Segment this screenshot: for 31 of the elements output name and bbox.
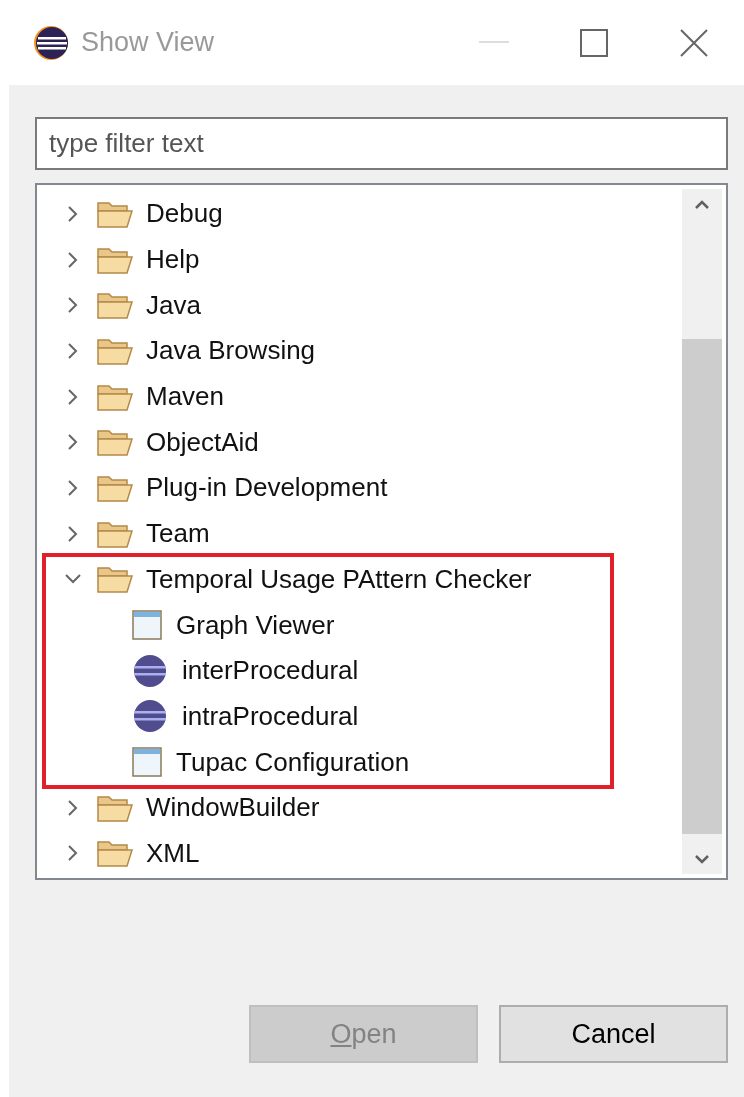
tree-item[interactable]: Java Browsing: [146, 335, 316, 367]
filter-field[interactable]: type filter text: [35, 117, 728, 170]
window-icon: [132, 747, 162, 778]
app-logo-icon: [33, 24, 69, 61]
tree-item[interactable]: Team: [146, 518, 210, 550]
tree-item[interactable]: XML: [146, 837, 200, 869]
window-title: Show View: [81, 27, 216, 58]
window-icon: [132, 610, 162, 641]
cancel-button[interactable]: Cancel: [499, 1005, 728, 1063]
close-icon: [679, 27, 709, 58]
folder-icon: [96, 427, 134, 458]
eclipse-icon: [132, 699, 168, 734]
tree-item[interactable]: Plug-in Development: [146, 472, 388, 504]
tree-item[interactable]: interProcedural: [182, 655, 359, 687]
tree-item[interactable]: intraProcedural: [182, 700, 359, 732]
tree-item[interactable]: Debug: [146, 198, 223, 230]
folder-icon: [96, 838, 134, 869]
folder-icon: [96, 564, 134, 595]
tree-item[interactable]: WindowBuilder: [146, 792, 320, 824]
eclipse-icon: [132, 653, 168, 688]
maximize-icon: [580, 28, 608, 57]
tree-item[interactable]: Help: [146, 244, 200, 276]
tree-item[interactable]: Java: [146, 289, 201, 321]
tree-item[interactable]: Maven: [146, 381, 225, 413]
tree-item[interactable]: Graph Viewer: [176, 609, 335, 641]
tree-item[interactable]: Tupac Configuration: [176, 746, 410, 778]
scrollbar[interactable]: [682, 189, 722, 874]
folder-icon: [96, 290, 134, 321]
tree-item[interactable]: Temporal Usage PAttern Checker: [146, 563, 532, 595]
scroll-thumb[interactable]: [682, 339, 722, 834]
tree-item[interactable]: ObjectAid: [146, 426, 259, 458]
